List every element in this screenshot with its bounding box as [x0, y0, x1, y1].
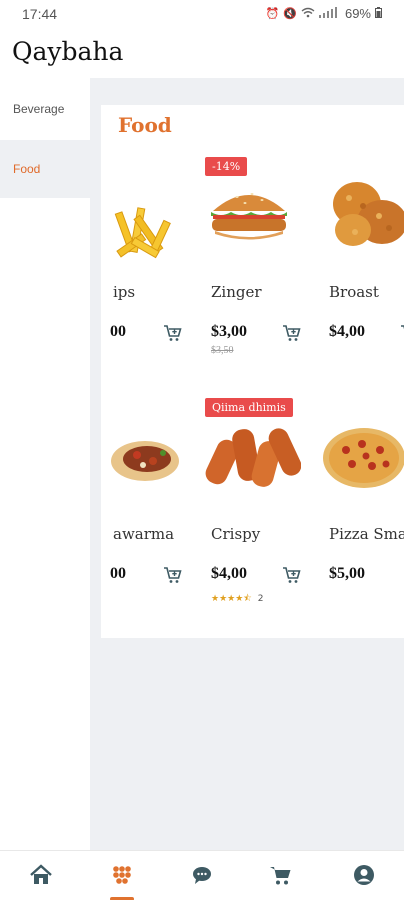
alarm-icon: ⏰ [265, 8, 280, 20]
product-rating: ★★★★⯪ 2 [211, 591, 263, 607]
product-price: 00 [110, 565, 126, 582]
categories-icon [111, 864, 133, 890]
product-name: Pizza Small [329, 525, 404, 543]
profile-icon [353, 864, 375, 890]
section-title: Food [118, 113, 172, 137]
nav-profile[interactable] [350, 863, 378, 891]
signal-icon [318, 6, 341, 21]
page-title: Qaybaha [12, 37, 124, 66]
battery-level: 69% [344, 6, 371, 21]
chat-icon [191, 865, 213, 889]
burger-image [205, 180, 293, 250]
product-price: $3,00 [211, 323, 247, 340]
bottom-navigation [0, 850, 404, 900]
status-icons: ⏰ 🔇 69% [266, 6, 382, 21]
product-price: $4,00 [211, 565, 247, 582]
nav-categories[interactable] [108, 863, 136, 891]
home-icon [29, 864, 53, 890]
category-sidebar: Beverage Food [0, 78, 90, 850]
half-star-icon: ⯪ [243, 594, 252, 604]
add-to-cart-icon[interactable] [400, 323, 404, 345]
add-to-cart-icon[interactable] [282, 323, 304, 345]
status-bar: 17:44 ⏰ 🔇 69% [0, 0, 404, 30]
shawarma-image [109, 427, 181, 491]
cart-icon [269, 864, 293, 890]
rating-count: 2 [257, 594, 264, 604]
status-time: 17:44 [22, 6, 58, 22]
sidebar-item-beverage[interactable]: Beverage [0, 80, 90, 138]
food-section-panel: Food ips 00 -14% Zinger $3,00 $3,50 Broa… [101, 105, 404, 638]
product-name: ips [113, 283, 136, 301]
product-price: 00 [110, 323, 126, 340]
product-name: Zinger [211, 283, 262, 301]
pizza-image [321, 423, 404, 493]
product-price: $5,00 [329, 565, 365, 582]
battery-icon [375, 6, 382, 21]
product-name: Broast [329, 283, 379, 301]
crispy-strips-image [205, 420, 301, 492]
wifi-icon [301, 7, 315, 21]
add-to-cart-icon[interactable] [163, 565, 185, 587]
star-icon: ★★★★ [211, 594, 244, 604]
mute-icon: 🔇 [283, 8, 297, 20]
sidebar-item-label: Food [13, 162, 41, 176]
sale-badge: Qiima dhimis [205, 398, 293, 417]
sidebar-item-food[interactable]: Food [0, 140, 90, 198]
product-price: $4,00 [329, 323, 365, 340]
nav-home[interactable] [27, 863, 55, 891]
add-to-cart-icon[interactable] [163, 323, 185, 345]
fries-image [109, 175, 179, 295]
product-name: Crispy [211, 525, 261, 543]
nav-chat[interactable] [188, 863, 216, 891]
fried-chicken-image [327, 169, 404, 259]
nav-cart[interactable] [267, 863, 295, 891]
sidebar-item-label: Beverage [13, 102, 65, 116]
add-to-cart-icon[interactable] [282, 565, 304, 587]
discount-badge: -14% [205, 157, 248, 176]
product-old-price: $3,50 [211, 345, 234, 356]
product-name: awarma [113, 525, 175, 543]
